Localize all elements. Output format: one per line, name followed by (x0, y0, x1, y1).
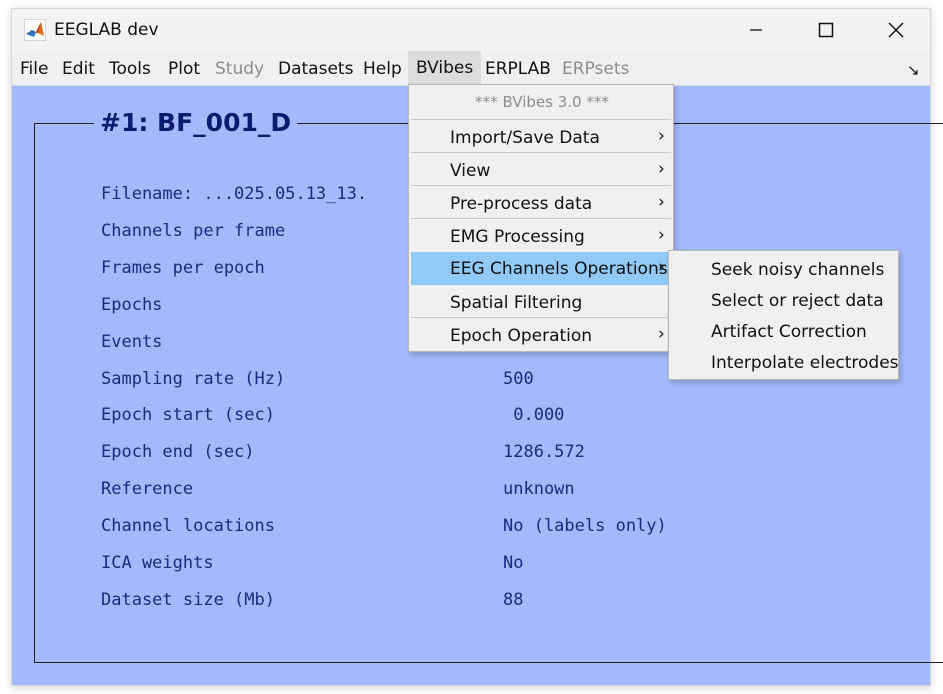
submenu-item-artifact-correction[interactable]: Artifact Correction (711, 322, 867, 342)
menu-item-import-save[interactable]: Import/Save Data › (409, 121, 673, 154)
info-label-epochs: Epochs (101, 295, 163, 315)
menu-item-epoch-operation[interactable]: Epoch Operation › (409, 319, 673, 352)
info-label-events: Events (101, 332, 163, 352)
menu-item-label: Spatial Filtering (450, 293, 583, 313)
menu-bar: File Edit Tools Plot Study Datasets Help… (12, 51, 930, 86)
info-value-chanlocs: No (labels only) (503, 516, 667, 536)
menu-item-preprocess[interactable]: Pre-process data › (409, 187, 673, 220)
info-label-filename: Filename: ...025.05.13_13. (101, 184, 368, 204)
chevron-right-icon: › (658, 192, 665, 212)
menu-item-spatial-filtering[interactable]: Spatial Filtering (409, 286, 673, 319)
menu-item-eeg-channels[interactable]: EEG Channels Operations › (411, 252, 669, 285)
info-value-srate: 500 (503, 369, 534, 389)
arrow-icon[interactable]: ↘ (907, 61, 920, 79)
info-label-epoch-end: Epoch end (sec) (101, 442, 255, 462)
title-bar: EEGLAB dev (12, 9, 930, 51)
info-value-ica: No (503, 553, 524, 573)
menu-item-label: View (450, 161, 491, 181)
window-title: EEGLAB dev (54, 20, 159, 40)
chevron-right-icon: › (658, 324, 665, 344)
info-value-size: 88 (503, 590, 524, 610)
close-button[interactable] (873, 15, 919, 45)
menu-divider (411, 119, 671, 120)
menu-erpsets[interactable]: ERPsets (562, 59, 629, 79)
menu-study[interactable]: Study (215, 59, 264, 79)
menu-file[interactable]: File (20, 59, 48, 79)
menu-divider (411, 185, 671, 186)
menu-edit[interactable]: Edit (62, 59, 95, 79)
minimize-button[interactable] (733, 15, 779, 45)
menu-item-label: Import/Save Data (450, 128, 600, 148)
menu-item-emg[interactable]: EMG Processing › (409, 220, 673, 253)
info-label-ica: ICA weights (101, 553, 214, 573)
bvibes-dropdown-menu: *** BVibes 3.0 *** Import/Save Data › Vi… (408, 84, 674, 352)
menu-help[interactable]: Help (363, 59, 402, 79)
close-icon (888, 22, 904, 38)
submenu-item-interpolate[interactable]: Interpolate electrodes (711, 353, 899, 373)
menu-item-label: Epoch Operation (450, 326, 593, 346)
chevron-right-icon: › (658, 126, 665, 146)
menu-datasets[interactable]: Datasets (278, 59, 353, 79)
info-value-epoch-start: 0.000 (503, 405, 565, 425)
submenu-item-select-reject[interactable]: Select or reject data (711, 291, 884, 311)
info-label-channels: Channels per frame (101, 221, 286, 241)
info-value-reference: unknown (503, 479, 575, 499)
menu-tools[interactable]: Tools (109, 59, 151, 79)
menu-erplab[interactable]: ERPLAB (485, 59, 551, 79)
chevron-right-icon: › (658, 159, 665, 179)
chevron-right-icon: › (658, 225, 665, 245)
menu-item-label: EMG Processing (450, 227, 585, 247)
bvibes-menu-header: *** BVibes 3.0 *** (475, 93, 609, 111)
info-label-reference: Reference (101, 479, 194, 499)
maximize-button[interactable] (803, 15, 849, 45)
info-label-srate: Sampling rate (Hz) (101, 369, 286, 389)
info-label-frames: Frames per epoch (101, 258, 265, 278)
submenu-item-seek-noisy[interactable]: Seek noisy channels (711, 260, 884, 280)
info-label-chanlocs: Channel locations (101, 516, 275, 536)
maximize-icon (818, 22, 834, 38)
menu-item-label: EEG Channels Operations (450, 259, 668, 279)
info-value-epoch-end: 1286.572 (503, 442, 585, 462)
dataset-title: #1: BF_001_D (94, 108, 298, 137)
menu-item-label: Pre-process data (450, 194, 593, 214)
eeg-channels-submenu: Seek noisy channels Select or reject dat… (668, 250, 899, 380)
menu-divider (411, 152, 671, 153)
minimize-icon (750, 29, 762, 31)
info-label-epoch-start: Epoch start (sec) (101, 405, 275, 425)
menu-bvibes[interactable]: BVibes (408, 51, 482, 85)
menu-divider (411, 218, 671, 219)
menu-divider (411, 317, 671, 318)
menu-item-view[interactable]: View › (409, 154, 673, 187)
menu-plot[interactable]: Plot (168, 59, 200, 79)
chevron-right-icon: › (658, 257, 665, 277)
info-label-size: Dataset size (Mb) (101, 590, 275, 610)
matlab-icon (23, 18, 47, 42)
